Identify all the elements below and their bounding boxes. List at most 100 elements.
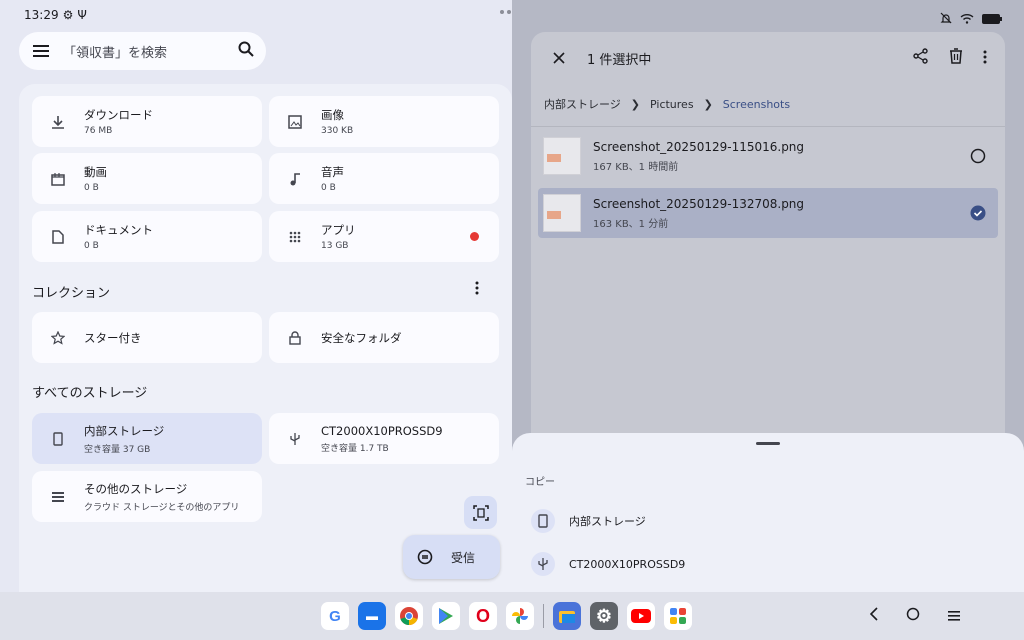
breadcrumb-internal-storage[interactable]: 内部ストレージ: [544, 96, 621, 112]
files-app-pane: 13:29 ⚙ Ψ 「領収書」を検索 ダウンロード 76 MB 画像 330 KB …: [0, 0, 512, 592]
divider: [531, 126, 1005, 127]
category-label: 動画: [84, 165, 107, 179]
breadcrumb-screenshots[interactable]: Screenshots: [723, 98, 790, 111]
file-name: Screenshot_20250129-115016.png: [593, 139, 805, 154]
file-name: Screenshot_20250129-132708.png: [593, 196, 805, 211]
category-images[interactable]: 画像 330 KB: [269, 96, 499, 147]
file-thumbnail: [543, 194, 581, 232]
recents-icon[interactable]: [948, 606, 960, 625]
file-manager-pane: 1 件選択中 内部ストレージ ❯ Pictures ❯ Screenshots: [512, 0, 1024, 592]
search-placeholder[interactable]: 「領収書」を検索: [63, 42, 238, 61]
copy-bottom-sheet: コピー 内部ストレージ CT2000X10PROSSD9: [512, 433, 1024, 592]
home-icon[interactable]: [906, 606, 920, 625]
dock-separator: [543, 604, 544, 628]
status-icons: [940, 9, 1002, 28]
storage-list-icon: [32, 491, 84, 503]
opera-app-icon[interactable]: O: [469, 602, 497, 630]
close-icon[interactable]: [531, 52, 587, 64]
file-row[interactable]: Screenshot_20250129-115016.png 167 KB、1 …: [538, 131, 998, 181]
search-bar[interactable]: 「領収書」を検索: [19, 32, 266, 70]
lock-icon: [269, 330, 321, 345]
category-documents[interactable]: ドキュメント 0 B: [32, 211, 262, 262]
music-icon: [269, 172, 321, 186]
unchecked-circle-icon[interactable]: [958, 148, 998, 164]
category-label: ダウンロード: [84, 108, 153, 122]
storage-detail: 空き容量 37 GB: [84, 444, 151, 455]
category-label: ドキュメント: [84, 223, 153, 237]
storage-detail: クラウド ストレージとその他のアプリ: [84, 502, 240, 513]
scan-document-button[interactable]: [464, 496, 497, 529]
category-size: 0 B: [84, 241, 99, 251]
storage-title: すべてのストレージ: [32, 386, 148, 401]
document-scanner-icon: [472, 504, 489, 521]
phone-icon: [32, 431, 84, 446]
category-videos[interactable]: 動画 0 B: [32, 153, 262, 204]
taskbar: G ▬ O ⚙: [0, 592, 1024, 640]
checked-circle-icon[interactable]: [958, 205, 998, 221]
receive-button[interactable]: 受信: [403, 535, 500, 579]
search-icon[interactable]: [238, 41, 254, 61]
collection-starred[interactable]: スター付き: [32, 312, 262, 363]
more-vert-icon[interactable]: [983, 49, 987, 68]
storage-label: 内部ストレージ: [84, 423, 165, 438]
app-drawer-icon[interactable]: [664, 602, 692, 630]
collection-label: スター付き: [84, 330, 142, 345]
category-apps[interactable]: アプリ 13 GB: [269, 211, 499, 262]
storage-usb[interactable]: CT2000X10PROSSD9 空き容量 1.7 TB: [269, 413, 499, 464]
sheet-label: コピー: [525, 477, 555, 488]
clock: 13:29: [24, 8, 59, 22]
home-panel: ダウンロード 76 MB 画像 330 KB 動画 0 B 音声 0 B ドキュメント 0…: [19, 84, 512, 592]
notification-dot: [470, 232, 479, 241]
photos-app-icon[interactable]: [506, 602, 534, 630]
copy-to-internal-storage[interactable]: 内部ストレージ: [531, 509, 646, 533]
chrome-app-icon[interactable]: [395, 602, 423, 630]
usb-icon: [531, 552, 555, 576]
google-app-icon[interactable]: G: [321, 602, 349, 630]
hamburger-menu-icon[interactable]: [31, 41, 51, 61]
breadcrumb-pictures[interactable]: Pictures: [650, 98, 694, 111]
collection-title: コレクション: [32, 286, 111, 301]
messages-app-icon[interactable]: ▬: [358, 602, 386, 630]
share-icon[interactable]: [913, 48, 929, 68]
phone-icon: [531, 509, 555, 533]
more-vert-icon[interactable]: [475, 280, 479, 299]
storage-other[interactable]: その他のストレージクラウド ストレージとその他のアプリ: [32, 471, 262, 522]
file-row[interactable]: Screenshot_20250129-132708.png 163 KB、1 …: [538, 188, 998, 238]
breadcrumb: 内部ストレージ ❯ Pictures ❯ Screenshots: [544, 96, 790, 112]
category-downloads[interactable]: ダウンロード 76 MB: [32, 96, 262, 147]
storage-label: その他のストレージ: [84, 481, 188, 496]
option-label: 内部ストレージ: [569, 515, 646, 528]
collection-secure-folder[interactable]: 安全なフォルダ: [269, 312, 499, 363]
category-audio[interactable]: 音声 0 B: [269, 153, 499, 204]
battery-icon: [982, 9, 1002, 28]
drag-handle[interactable]: [756, 442, 780, 445]
nearby-share-icon: [417, 549, 433, 565]
category-size: 76 MB: [84, 126, 113, 136]
back-icon[interactable]: [869, 606, 878, 625]
category-size: 0 B: [321, 183, 336, 193]
category-label: 画像: [321, 108, 344, 122]
youtube-app-icon[interactable]: [627, 602, 655, 630]
usb-status-icon: Ψ: [77, 8, 87, 22]
apps-grid-icon: [269, 231, 321, 243]
selection-count: 1 件選択中: [587, 52, 652, 68]
usb-icon: [269, 432, 321, 446]
copy-to-usb[interactable]: CT2000X10PROSSD9: [531, 552, 685, 576]
category-size: 330 KB: [321, 126, 354, 136]
storage-internal[interactable]: 内部ストレージ空き容量 37 GB: [32, 413, 262, 464]
file-browser: 1 件選択中 内部ストレージ ❯ Pictures ❯ Screenshots: [531, 32, 1005, 452]
category-label: 音声: [321, 165, 344, 179]
image-icon: [269, 114, 321, 129]
delete-icon[interactable]: [949, 48, 963, 68]
storage-label: CT2000X10PROSSD9: [321, 423, 443, 438]
file-thumbnail: [543, 137, 581, 175]
category-label: アプリ: [321, 223, 356, 237]
document-icon: [32, 229, 84, 244]
play-store-app-icon[interactable]: [432, 602, 460, 630]
app-dock: G ▬ O ⚙: [321, 602, 692, 630]
files-app-icon[interactable]: [553, 602, 581, 630]
settings-status-icon: ⚙: [62, 8, 74, 22]
category-size: 13 GB: [321, 241, 349, 251]
settings-app-icon[interactable]: ⚙: [590, 602, 618, 630]
selection-toolbar: 1 件選択中: [531, 32, 1005, 84]
